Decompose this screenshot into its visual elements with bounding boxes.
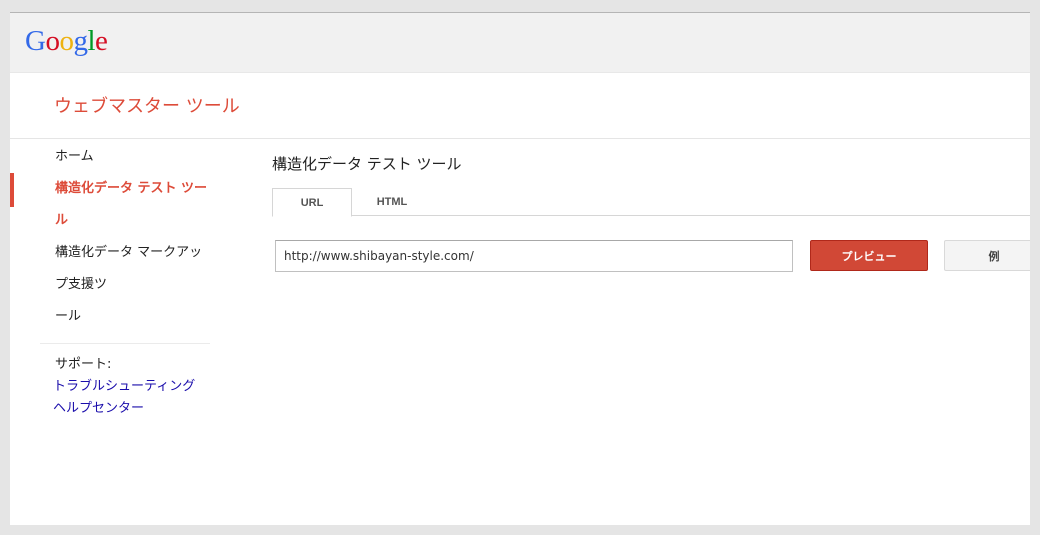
- url-input-row: プレビュー 例: [272, 240, 1030, 280]
- tab-html[interactable]: HTML: [352, 188, 432, 216]
- sidebar-item-home[interactable]: ホーム: [10, 141, 220, 173]
- sidebar-item-label: ール: [55, 309, 82, 324]
- browser-window: Google ウェブマスター ツール ホーム 構造化データ テスト ツール 構造…: [10, 12, 1030, 525]
- sidebar-item-label: 構造化データ マークアップ支援ツ: [55, 245, 203, 292]
- input-mode-tabs: URL HTML: [272, 188, 1030, 217]
- logo-letter: g: [73, 25, 88, 57]
- support-link-help-center[interactable]: ヘルプセンター: [10, 398, 220, 420]
- preview-button[interactable]: プレビュー: [810, 240, 928, 271]
- sidebar-divider: [40, 343, 210, 344]
- main-content: 構造化データ テスト ツール URL HTML プレビュー 例: [272, 153, 1030, 280]
- product-title-link[interactable]: ウェブマスター ツール: [54, 92, 240, 118]
- support-link-troubleshooting[interactable]: トラブルシューティング: [10, 376, 220, 398]
- support-label: サポート:: [55, 357, 112, 372]
- logo-letter: o: [45, 25, 60, 57]
- product-bar: ウェブマスター ツール: [10, 73, 1030, 139]
- sidebar-nav: ホーム 構造化データ テスト ツール 構造化データ マークアップ支援ツ ール サ…: [10, 141, 220, 420]
- url-input[interactable]: [275, 240, 793, 272]
- google-logo[interactable]: Google: [25, 25, 108, 58]
- sidebar-item-structured-data-testing-tool[interactable]: 構造化データ テスト ツール: [10, 173, 220, 237]
- example-button[interactable]: 例: [944, 240, 1030, 271]
- logo-letter: o: [59, 25, 74, 57]
- logo-letter: e: [95, 25, 108, 57]
- logo-letter: l: [87, 25, 96, 57]
- page-title: 構造化データ テスト ツール: [272, 155, 462, 173]
- google-top-bar: Google: [10, 13, 1030, 73]
- tab-url[interactable]: URL: [272, 188, 352, 217]
- logo-letter: G: [25, 25, 46, 57]
- sidebar-item-structured-data-markup-helper[interactable]: 構造化データ マークアップ支援ツ ール: [10, 237, 210, 333]
